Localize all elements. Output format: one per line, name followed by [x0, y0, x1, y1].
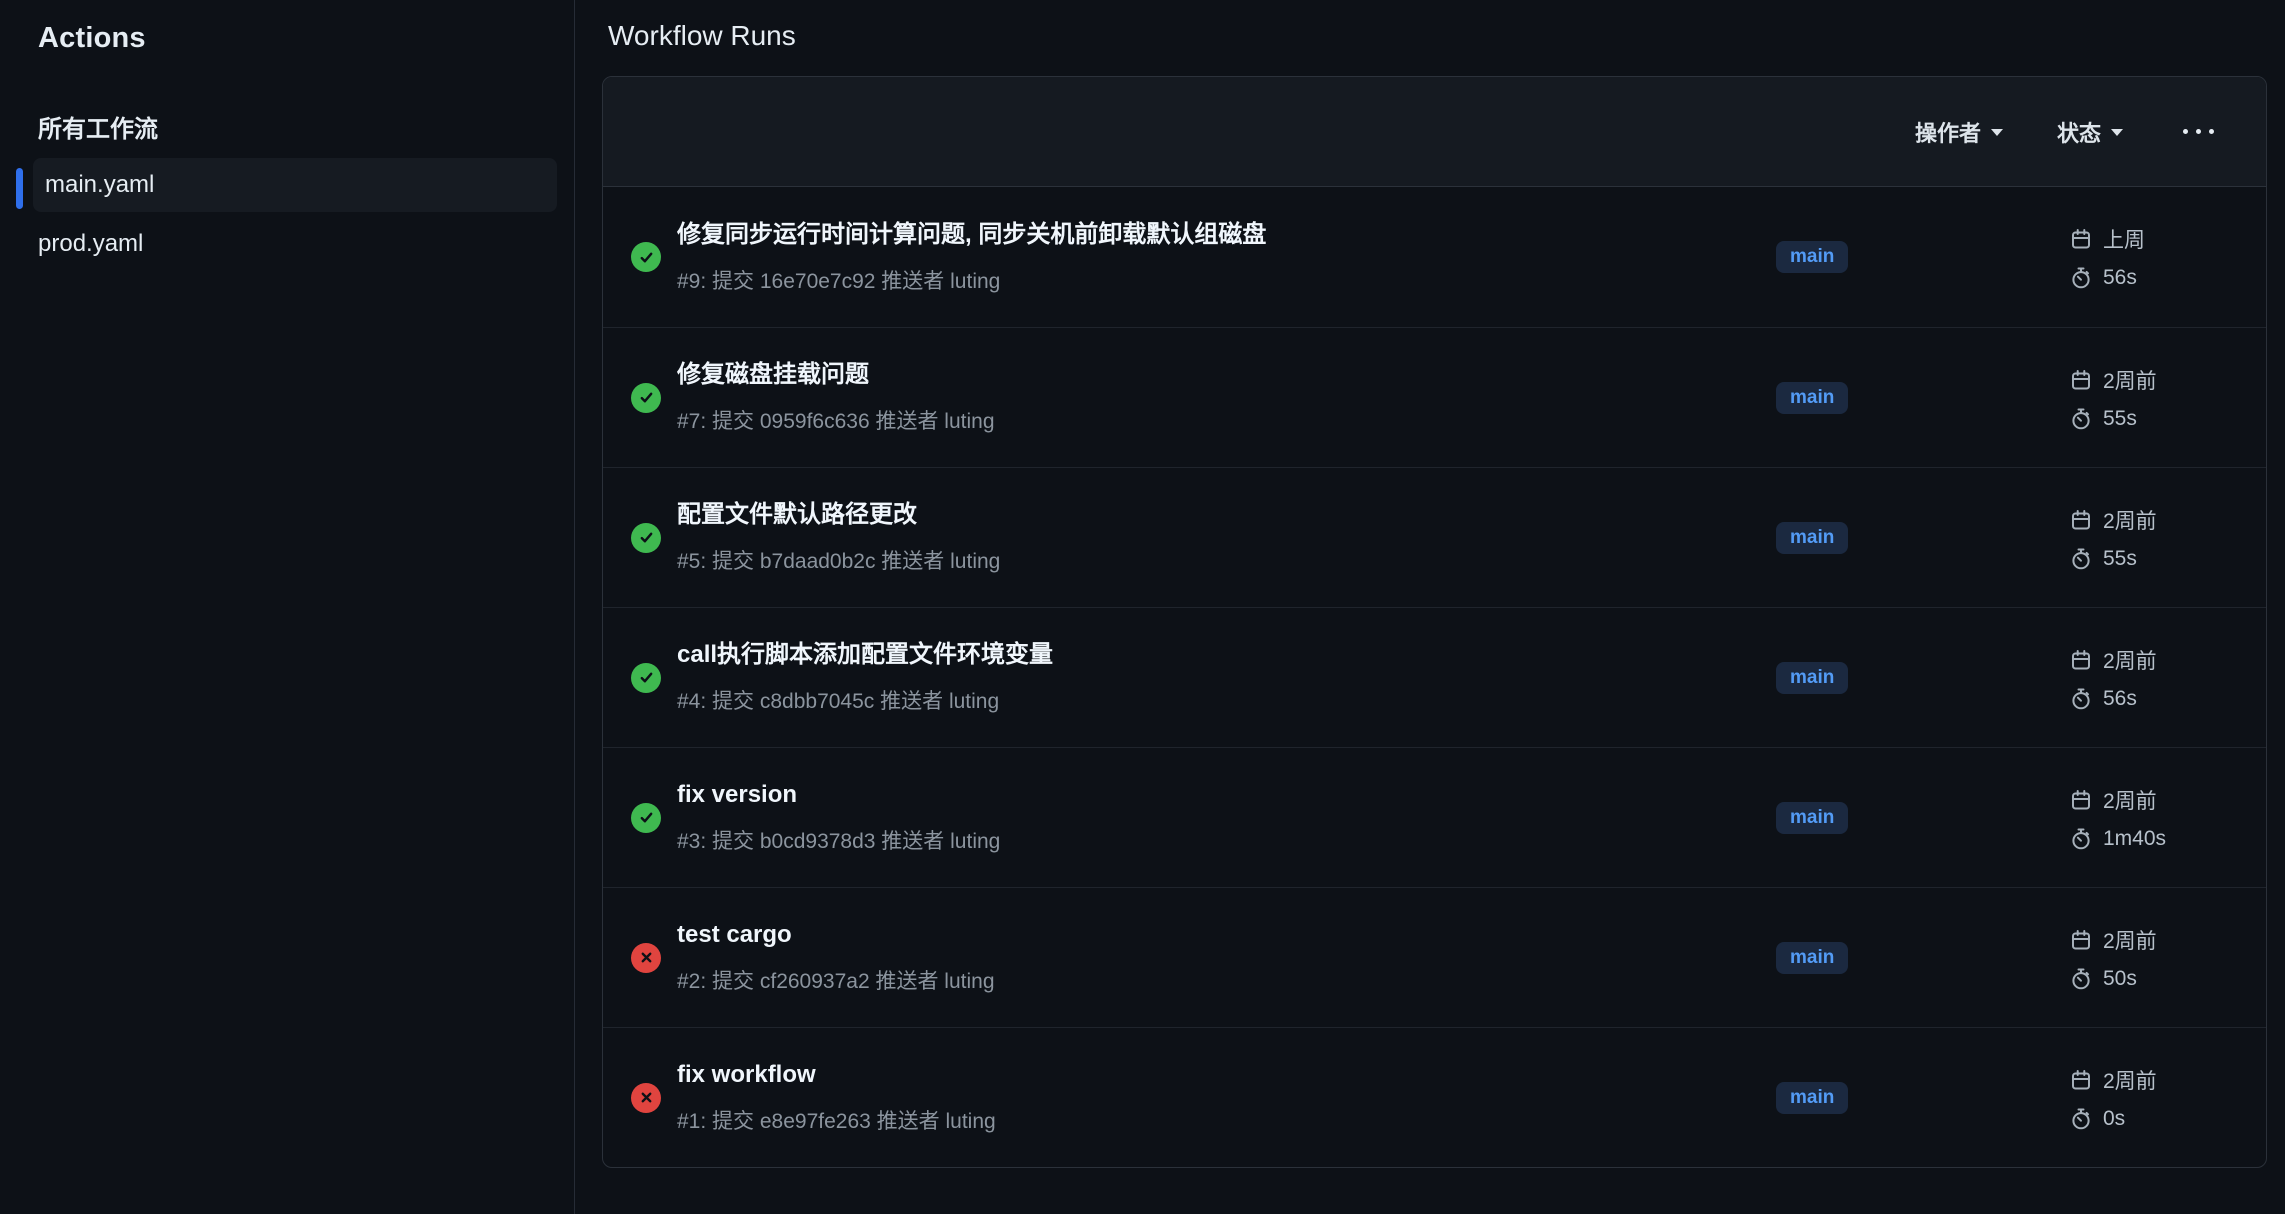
calendar-icon: [2069, 648, 2093, 672]
chevron-down-icon: [2111, 129, 2123, 136]
run-duration: 55s: [2103, 547, 2137, 571]
branch-badge[interactable]: main: [1776, 802, 1848, 834]
run-date: 2周前: [2103, 645, 2157, 675]
workflow-runs-panel: 操作者 状态 修复同步运行时间计算问题, 同步关机前卸: [602, 76, 2267, 1168]
stopwatch-icon: [2069, 967, 2093, 991]
run-date: 2周前: [2103, 1065, 2157, 1095]
workflow-run-row[interactable]: fix version #3: 提交 b0cd9378d3 推送者 luting…: [603, 747, 2266, 887]
actions-app: Actions 所有工作流 main.yaml prod.yaml Workfl…: [0, 0, 2285, 1214]
stopwatch-icon: [2069, 266, 2093, 290]
run-duration: 0s: [2103, 1107, 2125, 1131]
chevron-down-icon: [1991, 129, 2003, 136]
sidebar-item-prod-yaml[interactable]: prod.yaml: [38, 212, 556, 268]
status-success-icon: [631, 663, 661, 693]
run-date: 2周前: [2103, 925, 2157, 955]
status-failure-icon: [631, 943, 661, 973]
workflow-run-row[interactable]: test cargo #2: 提交 cf260937a2 推送者 luting …: [603, 887, 2266, 1027]
actor-filter-label: 操作者: [1915, 116, 1981, 148]
branch-badge[interactable]: main: [1776, 942, 1848, 974]
more-options-button[interactable]: [2177, 123, 2220, 140]
run-title-link[interactable]: 修复同步运行时间计算问题, 同步关机前卸载默认组磁盘: [677, 220, 1714, 250]
stopwatch-icon: [2069, 1107, 2093, 1131]
run-commit-meta: #5: 提交 b7daad0b2c 推送者 luting: [677, 545, 1714, 575]
calendar-icon: [2069, 227, 2093, 251]
status-failure-icon: [631, 1083, 661, 1113]
runs-toolbar: 操作者 状态: [603, 77, 2266, 187]
run-duration: 50s: [2103, 967, 2137, 991]
stopwatch-icon: [2069, 687, 2093, 711]
run-title-link[interactable]: fix workflow: [677, 1060, 1714, 1090]
stopwatch-icon: [2069, 827, 2093, 851]
sidebar: Actions 所有工作流 main.yaml prod.yaml: [0, 0, 575, 1214]
status-success-icon: [631, 803, 661, 833]
run-duration: 55s: [2103, 407, 2137, 431]
run-date: 上周: [2103, 224, 2145, 254]
runs-list: 修复同步运行时间计算问题, 同步关机前卸载默认组磁盘 #9: 提交 16e70e…: [603, 187, 2266, 1167]
run-date: 2周前: [2103, 785, 2157, 815]
selected-item-accent-bar: [16, 168, 23, 209]
branch-badge[interactable]: main: [1776, 382, 1848, 414]
workflow-run-row[interactable]: fix workflow #1: 提交 e8e97fe263 推送者 lutin…: [603, 1027, 2266, 1167]
workflow-list: 所有工作流 main.yaml prod.yaml: [38, 103, 556, 268]
actor-filter-dropdown[interactable]: 操作者: [1915, 116, 2003, 148]
branch-badge[interactable]: main: [1776, 662, 1848, 694]
workflow-run-row[interactable]: 修复磁盘挂载问题 #7: 提交 0959f6c636 推送者 luting ma…: [603, 327, 2266, 467]
sidebar-item-main-yaml[interactable]: main.yaml: [33, 158, 557, 212]
run-commit-meta: #1: 提交 e8e97fe263 推送者 luting: [677, 1105, 1714, 1135]
calendar-icon: [2069, 508, 2093, 532]
sidebar-item-all-workflows[interactable]: 所有工作流: [38, 103, 556, 158]
calendar-icon: [2069, 1068, 2093, 1092]
sidebar-title: Actions: [38, 22, 556, 55]
stopwatch-icon: [2069, 547, 2093, 571]
main-content: Workflow Runs 操作者 状态: [575, 0, 2285, 1214]
run-duration: 56s: [2103, 266, 2137, 290]
run-date: 2周前: [2103, 505, 2157, 535]
run-title-link[interactable]: 配置文件默认路径更改: [677, 500, 1714, 530]
stopwatch-icon: [2069, 407, 2093, 431]
status-filter-dropdown[interactable]: 状态: [2057, 116, 2123, 148]
run-duration: 56s: [2103, 687, 2137, 711]
workflow-run-row[interactable]: 配置文件默认路径更改 #5: 提交 b7daad0b2c 推送者 luting …: [603, 467, 2266, 607]
page-title: Workflow Runs: [608, 20, 2285, 52]
status-success-icon: [631, 523, 661, 553]
run-title-link[interactable]: call执行脚本添加配置文件环境变量: [677, 640, 1714, 670]
run-commit-meta: #4: 提交 c8dbb7045c 推送者 luting: [677, 685, 1714, 715]
branch-badge[interactable]: main: [1776, 522, 1848, 554]
calendar-icon: [2069, 928, 2093, 952]
run-title-link[interactable]: test cargo: [677, 920, 1714, 950]
run-title-link[interactable]: 修复磁盘挂载问题: [677, 360, 1714, 390]
branch-badge[interactable]: main: [1776, 241, 1848, 273]
run-duration: 1m40s: [2103, 827, 2166, 851]
run-commit-meta: #2: 提交 cf260937a2 推送者 luting: [677, 965, 1714, 995]
run-title-link[interactable]: fix version: [677, 780, 1714, 810]
run-date: 2周前: [2103, 365, 2157, 395]
status-success-icon: [631, 383, 661, 413]
run-commit-meta: #3: 提交 b0cd9378d3 推送者 luting: [677, 825, 1714, 855]
calendar-icon: [2069, 368, 2093, 392]
status-success-icon: [631, 242, 661, 272]
workflow-run-row[interactable]: 修复同步运行时间计算问题, 同步关机前卸载默认组磁盘 #9: 提交 16e70e…: [603, 187, 2266, 327]
run-commit-meta: #7: 提交 0959f6c636 推送者 luting: [677, 405, 1714, 435]
branch-badge[interactable]: main: [1776, 1082, 1848, 1114]
status-filter-label: 状态: [2057, 116, 2101, 148]
workflow-run-row[interactable]: call执行脚本添加配置文件环境变量 #4: 提交 c8dbb7045c 推送者…: [603, 607, 2266, 747]
calendar-icon: [2069, 788, 2093, 812]
run-commit-meta: #9: 提交 16e70e7c92 推送者 luting: [677, 265, 1714, 295]
